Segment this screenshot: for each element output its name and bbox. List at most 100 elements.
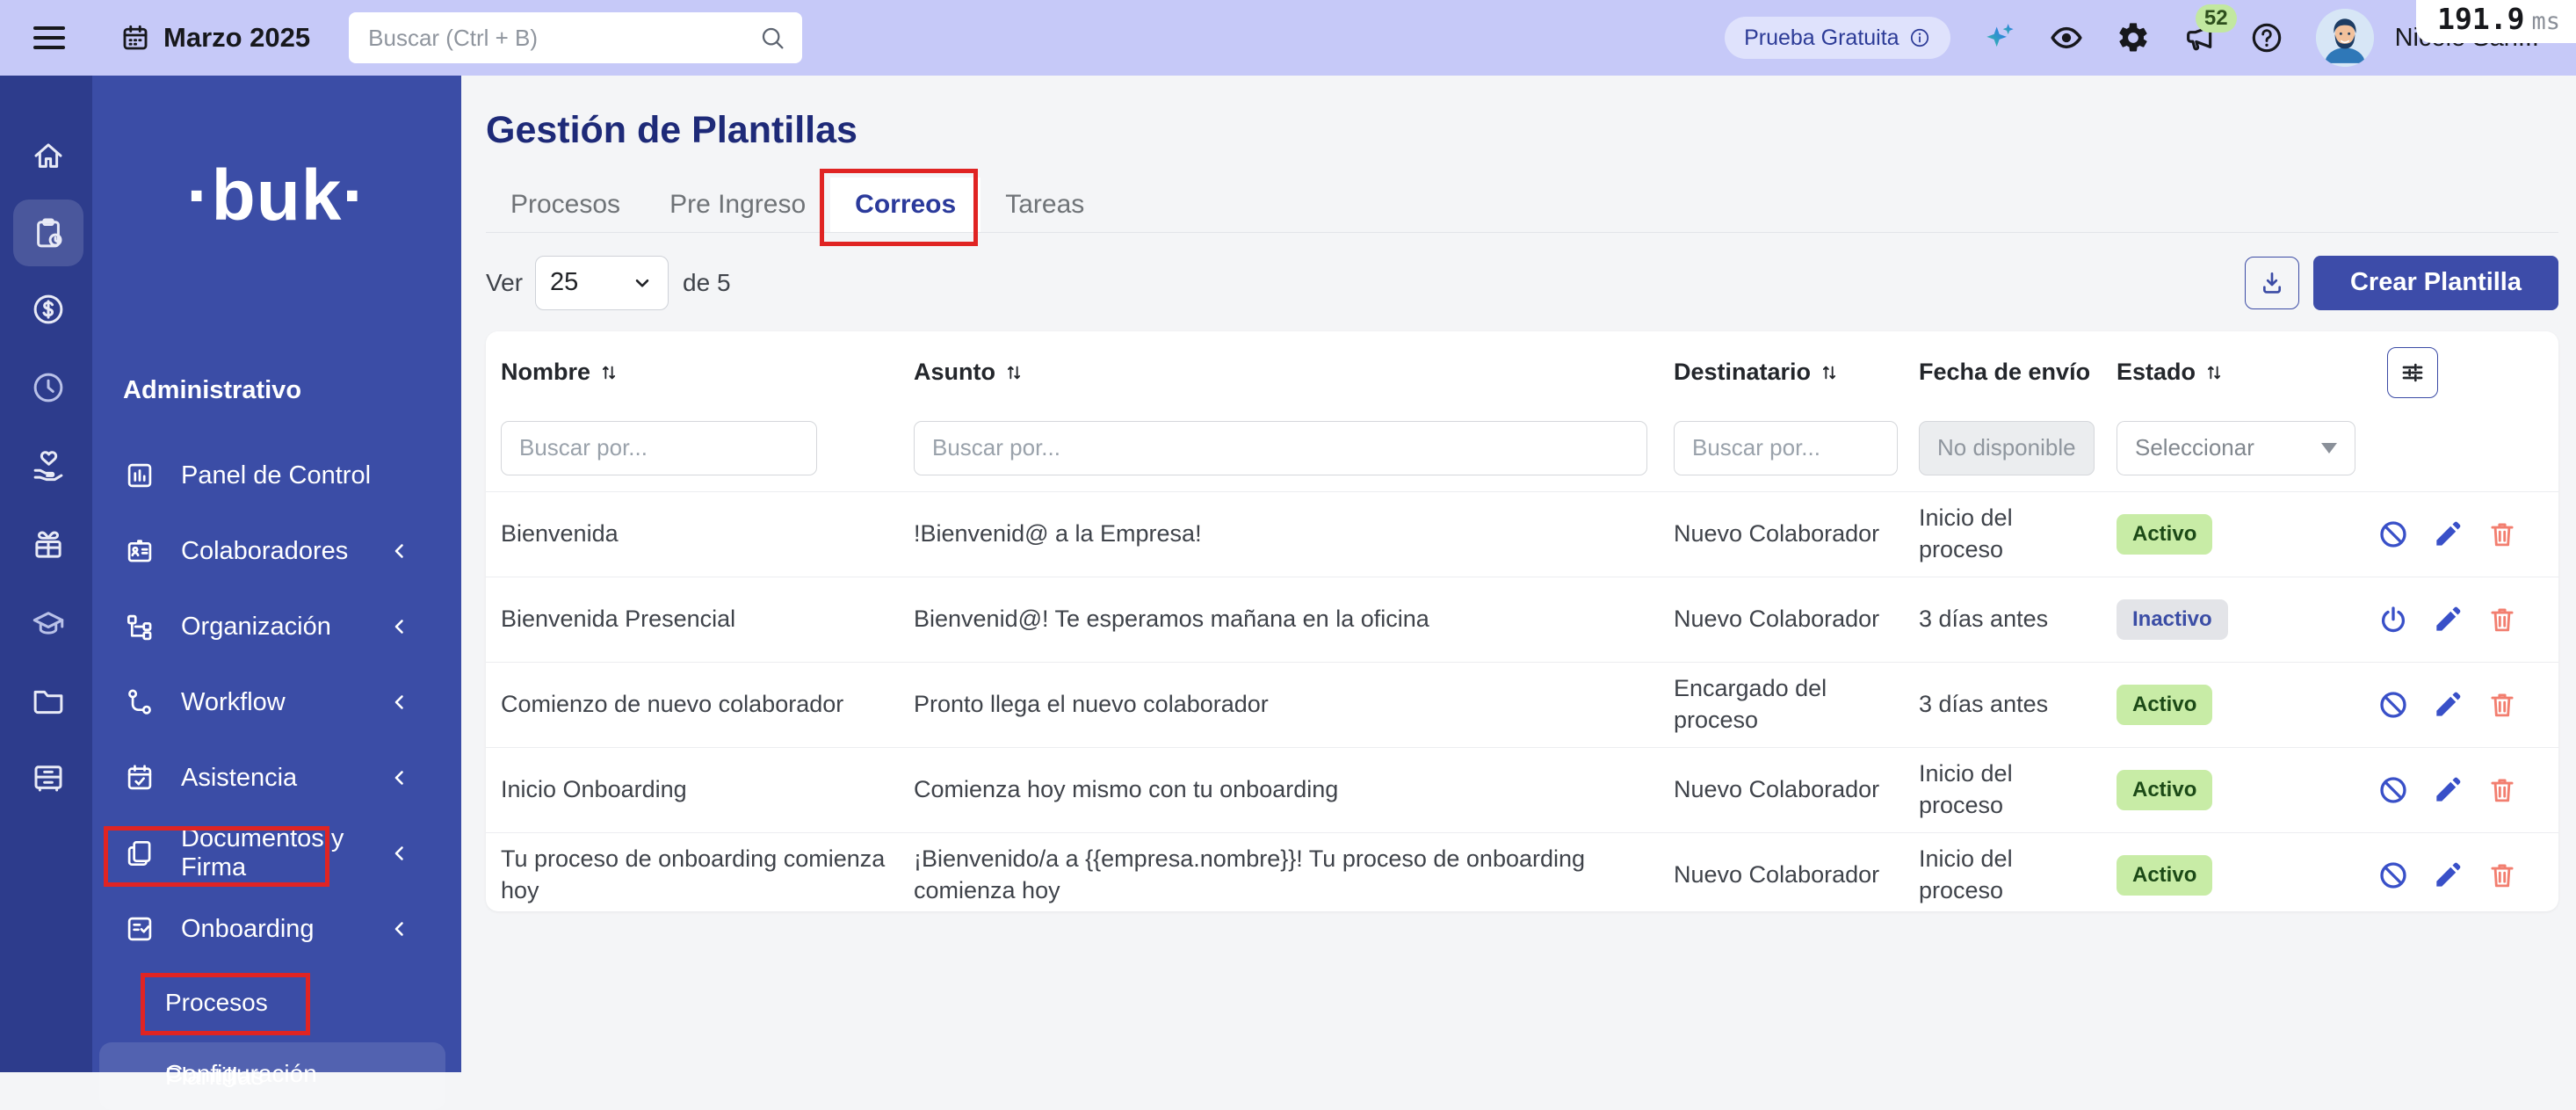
cell-fecha: Inicio del proceso [1919,503,2117,565]
table-row: Tu proceso de onboarding comienza hoy ¡B… [486,832,2558,918]
edit-icon[interactable] [2431,518,2464,551]
ai-sparkle-icon[interactable] [1982,20,2017,55]
column-settings-button[interactable] [2387,347,2438,398]
eye-icon[interactable] [2049,20,2084,55]
edit-icon[interactable] [2431,773,2464,807]
rail-onboarding[interactable] [13,200,83,266]
sidebar: ·buk· Administrativo Panel de Control Co… [92,76,461,1072]
sidebar-item-organizacion[interactable]: Organización [92,589,461,664]
column-label: Fecha de envío [1919,359,2090,386]
column-header-fecha: Fecha de envío [1919,359,2117,386]
rail-home[interactable] [13,123,83,190]
tab-procesos[interactable]: Procesos [486,178,645,232]
help-icon[interactable] [2249,20,2284,55]
checklist-icon [123,912,156,946]
cell-destinatario: Nuevo Colaborador [1674,519,1919,550]
download-button[interactable] [2245,257,2299,309]
column-header-destinatario[interactable]: Destinatario [1674,359,1919,386]
hamburger-menu-icon[interactable] [33,26,65,49]
edit-icon[interactable] [2431,859,2464,892]
sidebar-item-asistencia[interactable]: Asistencia [92,740,461,816]
status-badge: Activo [2117,685,2212,725]
buk-logo[interactable]: ·buk· [92,155,461,237]
sidebar-item-label: Documentos y Firma [181,824,389,882]
icon-rail [0,76,92,1072]
delete-icon[interactable] [2486,859,2519,892]
sort-icon [2204,363,2224,382]
filter-estado-select[interactable]: Seleccionar [2117,421,2355,475]
delete-icon[interactable] [2486,603,2519,636]
filter-destinatario-input[interactable] [1674,421,1898,475]
disable-icon[interactable] [2377,859,2410,892]
page-size-select[interactable]: 25 [535,256,669,310]
cell-nombre: Inicio Onboarding [501,774,914,806]
global-search [349,12,802,63]
table-row: Inicio Onboarding Comienza hoy mismo con… [486,747,2558,832]
chevron-left-icon [389,767,410,788]
gift-icon [30,526,67,563]
calendar-icon [119,22,151,54]
sidebar-item-onboarding[interactable]: Onboarding [92,891,461,967]
sidebar-subitem-configuracion[interactable]: Configuración [165,1060,317,1088]
info-icon [1908,26,1931,49]
status-badge: Activo [2117,770,2212,810]
column-header-estado[interactable]: Estado [2117,359,2366,386]
filter-asunto-input[interactable] [914,421,1647,475]
rail-archive[interactable] [13,744,83,811]
dropdown-triangle-icon [2321,443,2337,453]
cell-nombre: Bienvenida Presencial [501,604,914,635]
sidebar-item-panel-de-control[interactable]: Panel de Control [92,438,461,513]
tab-correos[interactable]: Correos [830,178,980,232]
sidebar-item-label: Organización [181,613,389,642]
column-label: Destinatario [1674,359,1811,386]
cell-fecha: 3 días antes [1919,689,2117,721]
sidebar-subitem-procesos[interactable]: Procesos [92,967,461,1039]
rail-training[interactable] [13,591,83,657]
rail-time[interactable] [13,354,83,421]
delete-icon[interactable] [2486,518,2519,551]
period-selector[interactable]: Marzo 2025 [119,22,310,54]
tab-tareas[interactable]: Tareas [980,178,1109,232]
tab-pre-ingreso[interactable]: Pre Ingreso [645,178,830,232]
total-label: de 5 [683,269,731,297]
sliders-icon [2399,359,2427,387]
trial-badge-label: Prueba Gratuita [1744,25,1899,51]
enable-power-icon[interactable] [2377,603,2410,636]
search-input[interactable] [349,12,802,63]
tab-bar: Procesos Pre Ingreso Correos Tareas [486,178,2558,233]
avatar[interactable] [2316,9,2374,67]
gear-icon[interactable] [2116,20,2151,55]
edit-icon[interactable] [2431,603,2464,636]
cell-destinatario: Nuevo Colaborador [1674,774,1919,806]
column-label: Asunto [914,359,995,386]
status-badge: Activo [2117,855,2212,896]
sidebar-item-colaboradores[interactable]: Colaboradores [92,513,461,589]
chevron-left-icon [389,918,410,940]
rail-files[interactable] [13,667,83,734]
table-row: Bienvenida !Bienvenid@ a la Empresa! Nue… [486,491,2558,577]
column-label: Estado [2117,359,2196,386]
archive-cabinet-icon [30,759,67,796]
announcements-button[interactable]: 52 [2182,20,2218,55]
column-header-asunto[interactable]: Asunto [914,359,1674,386]
search-icon [758,24,786,52]
edit-icon[interactable] [2431,688,2464,722]
rail-benefits[interactable] [13,432,83,499]
delete-icon[interactable] [2486,773,2519,807]
column-header-nombre[interactable]: Nombre [501,359,914,386]
table-row: Comienzo de nuevo colaborador Pronto lle… [486,662,2558,747]
create-template-button[interactable]: Crear Plantilla [2313,256,2558,310]
sidebar-item-workflow[interactable]: Workflow [92,664,461,740]
sidebar-item-documentos-y-firma[interactable]: Documentos y Firma [92,816,461,891]
delete-icon[interactable] [2486,688,2519,722]
disable-icon[interactable] [2377,518,2410,551]
rail-gifts[interactable] [13,511,83,578]
filter-nombre-input[interactable] [501,421,817,475]
sidebar-item-label: Workflow [181,688,389,717]
topbar: Marzo 2025 Prueba Gratuita 52 [0,0,2576,76]
latency-overlay: 191.9 ms [2416,0,2576,43]
disable-icon[interactable] [2377,688,2410,722]
rail-payroll[interactable] [13,276,83,343]
trial-badge[interactable]: Prueba Gratuita [1725,17,1950,59]
disable-icon[interactable] [2377,773,2410,807]
